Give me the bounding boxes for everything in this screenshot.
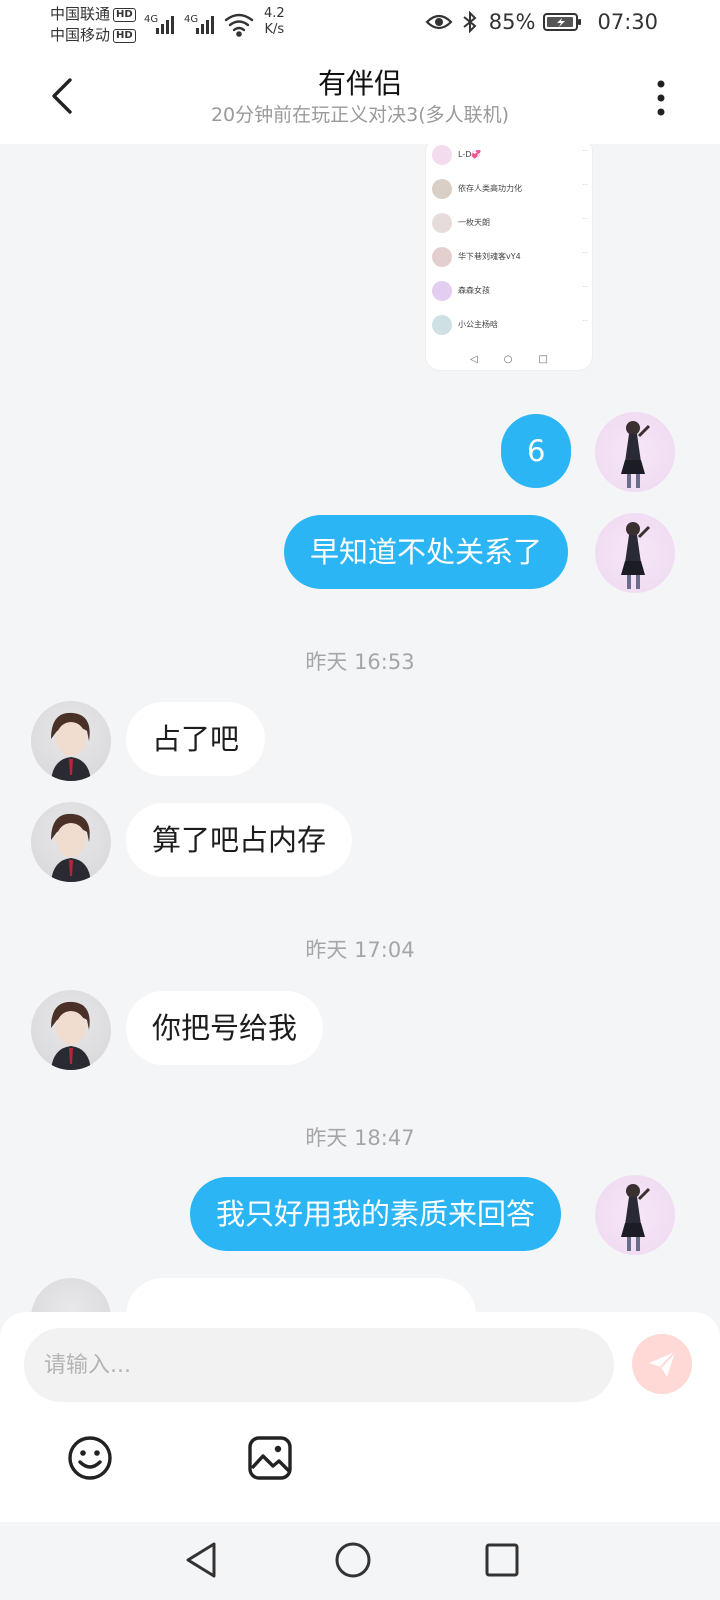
screenshot-row-name: 一枚天朗: [458, 218, 490, 227]
anime-girl-avatar-icon: [621, 421, 651, 488]
my-message-bubble[interactable]: 6: [501, 414, 572, 488]
contact-avatar[interactable]: [31, 990, 111, 1070]
send-plane-icon: [649, 1351, 676, 1377]
image-picker-button[interactable]: [246, 1434, 294, 1482]
emoji-button[interactable]: [66, 1434, 114, 1482]
wifi-icon: [224, 13, 254, 37]
speed-unit: K/s: [264, 22, 285, 37]
carrier-1: 中国联通: [50, 5, 111, 23]
battery-charging-icon: [543, 13, 582, 31]
chat-screen: 中国联通 HD 中国移动 HD 4G 4G 4.2 K/s 85% 07:30 …: [0, 0, 720, 1600]
speed-value: 4.2: [264, 6, 285, 21]
shared-screenshot-message[interactable]: L-D💞 ··· 依存人类高功力化 ··· 一枚天朗 ··· 华下巷刘魂客vY4…: [426, 144, 592, 370]
contact-avatar[interactable]: [31, 701, 111, 781]
screenshot-row: 小公主杨晗 ···: [426, 308, 592, 342]
screenshot-row: 依存人类高功力化 ···: [426, 172, 592, 206]
screenshot-row: 华下巷刘魂客vY4 ···: [426, 240, 592, 274]
chat-title: 有伴侣: [317, 67, 402, 100]
screenshot-row-name: 森森女孩: [458, 286, 490, 295]
square-recents-icon: [485, 1543, 519, 1577]
network-label-1: 4G: [144, 14, 158, 25]
message-list[interactable]: L-D💞 ··· 依存人类高功力化 ··· 一枚天朗 ··· 华下巷刘魂客vY4…: [0, 144, 720, 1314]
bluetooth-icon: [463, 11, 477, 33]
screenshot-row: L-D💞 ···: [426, 144, 592, 172]
status-bar: 中国联通 HD 中国移动 HD 4G 4G 4.2 K/s 85% 07:30: [0, 0, 720, 52]
activity-status: 20分钟前在玩正义对决3(多人联机): [210, 104, 510, 126]
nav-back-button[interactable]: [180, 1538, 224, 1582]
my-message-bubble[interactable]: 早知道不处关系了: [284, 515, 569, 589]
my-avatar[interactable]: [595, 513, 675, 593]
screenshot-row-name: 小公主杨晗: [458, 320, 498, 329]
message-input[interactable]: [24, 1328, 614, 1402]
smiley-icon: [68, 1436, 112, 1480]
anime-boy-avatar-icon: [51, 712, 91, 781]
screenshot-nav-bar: ◁ ○ □: [470, 353, 548, 365]
screenshot-row-name: L-D💞: [458, 150, 482, 159]
contact-avatar[interactable]: [31, 802, 111, 882]
anime-girl-avatar-icon: [621, 522, 651, 589]
network-speed: 4.2 K/s: [264, 6, 285, 38]
screenshot-row-name: 依存人类高功力化: [458, 184, 522, 193]
status-right: 85% 07:30: [425, 10, 658, 34]
composer-panel: [0, 1312, 720, 1522]
battery-percent: 85%: [488, 10, 536, 34]
anime-girl-avatar-icon: [621, 1184, 651, 1251]
hd-badge: HD: [113, 8, 136, 22]
eye-icon: [425, 14, 453, 30]
message-timestamp: 昨天 17:04: [305, 938, 415, 962]
anime-boy-avatar-icon: [51, 1001, 91, 1070]
anime-boy-avatar-icon: [51, 813, 91, 882]
signal-icons: 4G 4G: [144, 10, 256, 42]
network-label-2: 4G: [184, 14, 198, 25]
contact-message-bubble[interactable]: [126, 1278, 476, 1314]
hd-badge: HD: [113, 29, 136, 43]
message-timestamp: 昨天 16:53: [305, 650, 415, 674]
contact-message-bubble[interactable]: 你把号给我: [126, 991, 324, 1065]
screenshot-row-name: 华下巷刘魂客vY4: [458, 252, 521, 261]
contact-message-bubble[interactable]: 算了吧占内存: [126, 803, 353, 877]
circle-home-icon: [335, 1542, 371, 1578]
my-message-bubble[interactable]: 我只好用我的素质来回答: [190, 1177, 562, 1251]
message-timestamp: 昨天 18:47: [305, 1126, 415, 1150]
send-button[interactable]: [632, 1334, 692, 1394]
nav-recents-button[interactable]: [480, 1538, 524, 1582]
contact-message-bubble[interactable]: 占了吧: [126, 702, 266, 776]
chat-header: 有伴侣 20分钟前在玩正义对决3(多人联机): [0, 52, 720, 144]
screenshot-row: 森森女孩 ···: [426, 274, 592, 308]
carrier-2: 中国移动: [50, 26, 111, 44]
nav-home-button[interactable]: [331, 1538, 375, 1582]
my-avatar[interactable]: [595, 1175, 675, 1255]
image-icon: [248, 1436, 292, 1480]
my-avatar[interactable]: [595, 412, 675, 492]
clock: 07:30: [597, 10, 658, 34]
system-navigation-bar: [0, 1522, 720, 1600]
signal-bars-icon: [196, 16, 214, 34]
carrier-info: 中国联通 HD 中国移动 HD: [50, 4, 136, 46]
more-options-button[interactable]: [646, 76, 676, 120]
contact-avatar[interactable]: [31, 1278, 111, 1314]
signal-bars-icon: [156, 16, 174, 34]
screenshot-row: 一枚天朗 ···: [426, 206, 592, 240]
triangle-back-icon: [186, 1542, 216, 1578]
more-vertical-icon: [657, 80, 665, 116]
